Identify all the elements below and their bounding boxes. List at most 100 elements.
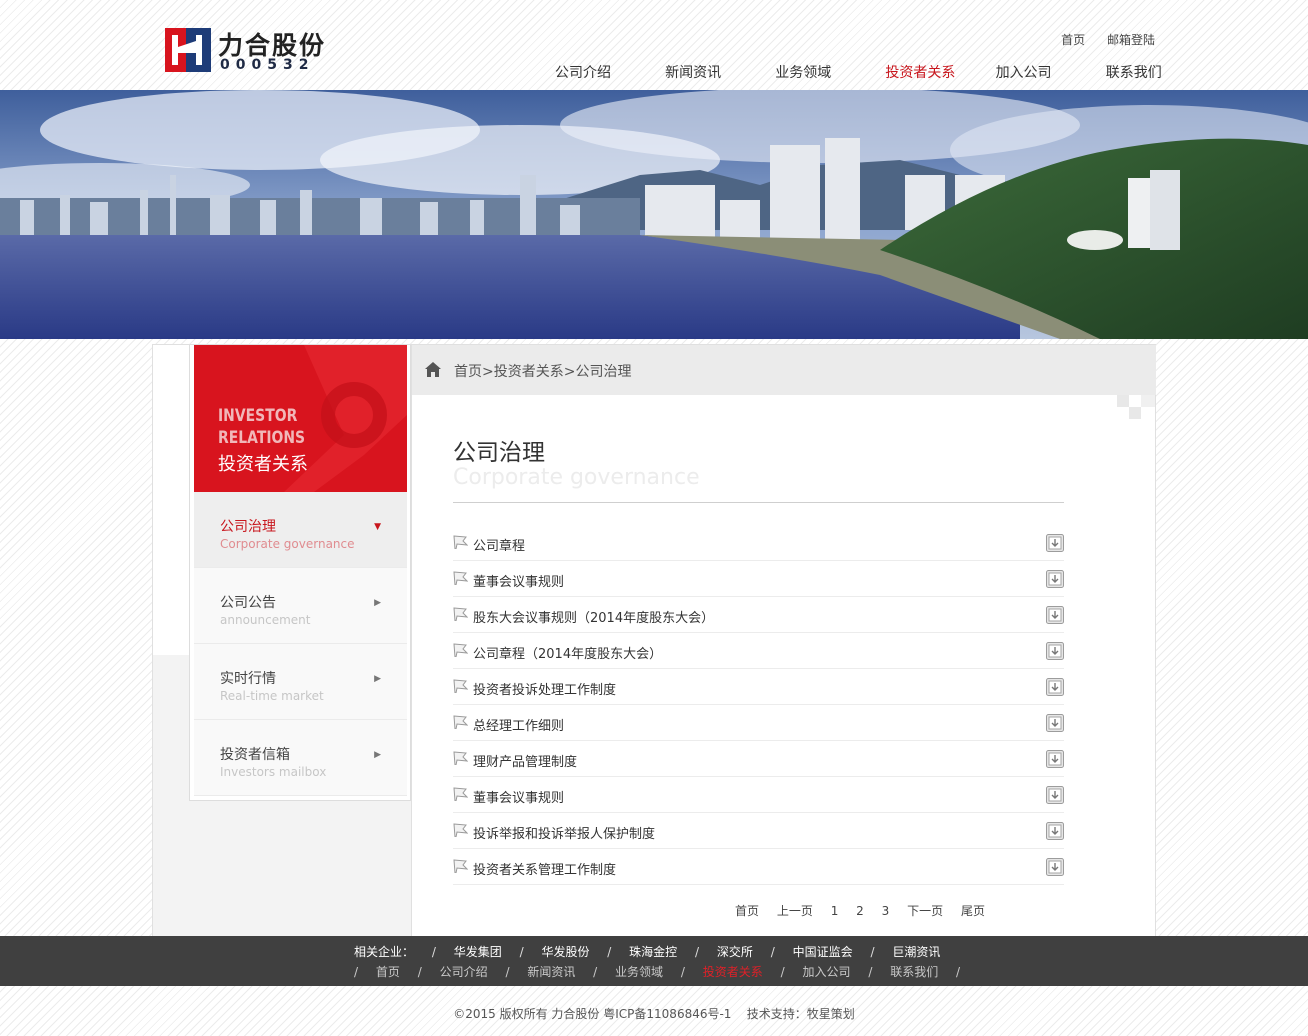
pager-page-1[interactable]: 1 bbox=[831, 904, 839, 918]
document-title[interactable]: 董事会议事规则 bbox=[473, 571, 564, 590]
footer-bar: 相关企业： / 华发集团 / 华发股份 / 珠海金控 / 深交所 / 中国证监会… bbox=[0, 936, 1308, 986]
separator: / bbox=[593, 965, 598, 979]
related-link[interactable]: 华发集团 bbox=[454, 945, 502, 959]
sidebar-item-sublabel: announcement bbox=[220, 613, 311, 627]
separator: / bbox=[956, 965, 961, 979]
top-links: 首页 邮箱登陆 bbox=[1043, 31, 1155, 48]
separator: / bbox=[770, 945, 775, 959]
chevron-down-icon: ▼ bbox=[374, 522, 381, 532]
top-link-home[interactable]: 首页 bbox=[1061, 33, 1085, 47]
nav-item-business[interactable]: 业务领域 bbox=[775, 62, 881, 82]
pager-last[interactable]: 尾页 bbox=[961, 904, 985, 918]
sidebar-item-mailbox[interactable]: 投资者信箱 Investors mailbox ▶ bbox=[194, 720, 407, 796]
sidebar-item-label: 公司公告 bbox=[220, 595, 276, 611]
download-icon[interactable] bbox=[1046, 714, 1064, 732]
nav-item-contact[interactable]: 联系我们 bbox=[1106, 62, 1212, 82]
document-row[interactable]: 总经理工作细则 bbox=[453, 705, 1064, 741]
document-row[interactable]: 公司章程 bbox=[453, 525, 1064, 561]
pager-first[interactable]: 首页 bbox=[735, 904, 759, 918]
pager-page-2[interactable]: 2 bbox=[856, 904, 864, 918]
download-icon[interactable] bbox=[1046, 750, 1064, 768]
pager-page-3[interactable]: 3 bbox=[882, 904, 890, 918]
separator: / bbox=[870, 945, 875, 959]
download-icon[interactable] bbox=[1046, 570, 1064, 588]
sidebar-title-en: INVESTOR RELATIONS bbox=[218, 406, 306, 448]
document-row[interactable]: 董事会议事规则 bbox=[453, 777, 1064, 813]
flag-icon bbox=[453, 607, 468, 621]
site-logo[interactable]: 力合股份 000532 bbox=[165, 28, 335, 74]
separator: / bbox=[607, 945, 612, 959]
sidebar-item-label: 公司治理 bbox=[220, 519, 276, 535]
main-nav: 公司介绍 新闻资讯 业务领域 投资者关系 加入公司 联系我们 bbox=[555, 62, 1212, 82]
footer-nav-item[interactable]: 首页 bbox=[376, 965, 400, 979]
top-link-mail-login[interactable]: 邮箱登陆 bbox=[1107, 33, 1155, 47]
related-link[interactable]: 华发股份 bbox=[541, 945, 589, 959]
document-row[interactable]: 投资者关系管理工作制度 bbox=[453, 849, 1064, 885]
related-link[interactable]: 中国证监会 bbox=[793, 945, 853, 959]
logo-mark-icon bbox=[165, 28, 211, 72]
separator: / bbox=[505, 965, 510, 979]
footer-nav-item[interactable]: 加入公司 bbox=[802, 965, 850, 979]
sidebar-item-announcement[interactable]: 公司公告 announcement ▶ bbox=[194, 568, 407, 644]
footer-nav-item[interactable]: 联系我们 bbox=[890, 965, 938, 979]
pager-prev[interactable]: 上一页 bbox=[777, 904, 813, 918]
sidebar-item-sublabel: Investors mailbox bbox=[220, 765, 327, 779]
document-title[interactable]: 股东大会议事规则（2014年度股东大会） bbox=[473, 607, 714, 626]
nav-item-join[interactable]: 加入公司 bbox=[996, 62, 1102, 82]
nav-item-about[interactable]: 公司介绍 bbox=[555, 62, 661, 82]
download-icon[interactable] bbox=[1046, 606, 1064, 624]
separator: / bbox=[519, 945, 524, 959]
document-row[interactable]: 股东大会议事规则（2014年度股东大会） bbox=[453, 597, 1064, 633]
separator: / bbox=[354, 965, 359, 979]
home-icon[interactable] bbox=[425, 362, 441, 377]
separator: / bbox=[417, 965, 422, 979]
document-row[interactable]: 理财产品管理制度 bbox=[453, 741, 1064, 777]
document-title[interactable]: 理财产品管理制度 bbox=[473, 751, 577, 770]
chevron-right-icon: ▶ bbox=[374, 750, 381, 760]
download-icon[interactable] bbox=[1046, 858, 1064, 876]
footer-nav-item[interactable]: 业务领域 bbox=[615, 965, 663, 979]
document-row[interactable]: 董事会议事规则 bbox=[453, 561, 1064, 597]
nav-item-news[interactable]: 新闻资讯 bbox=[665, 62, 771, 82]
flag-icon bbox=[453, 643, 468, 657]
document-row[interactable]: 投诉举报和投诉举报人保护制度 bbox=[453, 813, 1064, 849]
document-row[interactable]: 投资者投诉处理工作制度 bbox=[453, 669, 1064, 705]
breadcrumb-text[interactable]: 首页>投资者关系>公司治理 bbox=[454, 361, 631, 381]
pager-next[interactable]: 下一页 bbox=[907, 904, 943, 918]
separator: / bbox=[868, 965, 873, 979]
document-title[interactable]: 公司章程（2014年度股东大会） bbox=[473, 643, 662, 662]
related-link[interactable]: 深交所 bbox=[717, 945, 753, 959]
related-link[interactable]: 巨潮资讯 bbox=[892, 945, 940, 959]
document-row[interactable]: 公司章程（2014年度股东大会） bbox=[453, 633, 1064, 669]
hero-banner bbox=[0, 90, 1308, 339]
sidebar-item-governance[interactable]: 公司治理 Corporate governance ▼ bbox=[194, 492, 407, 568]
document-title[interactable]: 董事会议事规则 bbox=[473, 787, 564, 806]
document-title[interactable]: 投资者关系管理工作制度 bbox=[473, 859, 616, 878]
footer-nav-item-active[interactable]: 投资者关系 bbox=[703, 965, 763, 979]
download-icon[interactable] bbox=[1046, 534, 1064, 552]
download-icon[interactable] bbox=[1046, 786, 1064, 804]
flag-icon bbox=[453, 571, 468, 585]
document-title[interactable]: 总经理工作细则 bbox=[473, 715, 564, 734]
sidebar-title-cn: 投资者关系 bbox=[218, 454, 308, 475]
sidebar-item-sublabel: Corporate governance bbox=[220, 537, 355, 551]
footer-nav-item[interactable]: 公司介绍 bbox=[440, 965, 488, 979]
separator: / bbox=[680, 965, 685, 979]
footer-nav-item[interactable]: 新闻资讯 bbox=[527, 965, 575, 979]
sidebar-item-market[interactable]: 实时行情 Real-time market ▶ bbox=[194, 644, 407, 720]
flag-icon bbox=[453, 859, 468, 873]
document-title[interactable]: 投资者投诉处理工作制度 bbox=[473, 679, 616, 698]
sidebar: INVESTOR RELATIONS 投资者关系 公司治理 Corporate … bbox=[189, 345, 411, 801]
related-companies: 相关企业： / 华发集团 / 华发股份 / 珠海金控 / 深交所 / 中国证监会… bbox=[354, 943, 954, 960]
document-title[interactable]: 投诉举报和投诉举报人保护制度 bbox=[473, 823, 655, 842]
download-icon[interactable] bbox=[1046, 822, 1064, 840]
nav-item-investor-relations[interactable]: 投资者关系 bbox=[885, 62, 991, 82]
download-icon[interactable] bbox=[1046, 678, 1064, 696]
flag-icon bbox=[453, 715, 468, 729]
pagination: 首页 上一页 1 2 3 下一页 尾页 bbox=[735, 902, 999, 919]
related-link[interactable]: 珠海金控 bbox=[629, 945, 677, 959]
related-label: 相关企业： bbox=[354, 945, 415, 959]
copyright: ©2015 版权所有 力合股份 粤ICP备11086846号-1 技术支持：牧星… bbox=[453, 1007, 855, 1021]
document-title[interactable]: 公司章程 bbox=[473, 535, 525, 554]
download-icon[interactable] bbox=[1046, 642, 1064, 660]
